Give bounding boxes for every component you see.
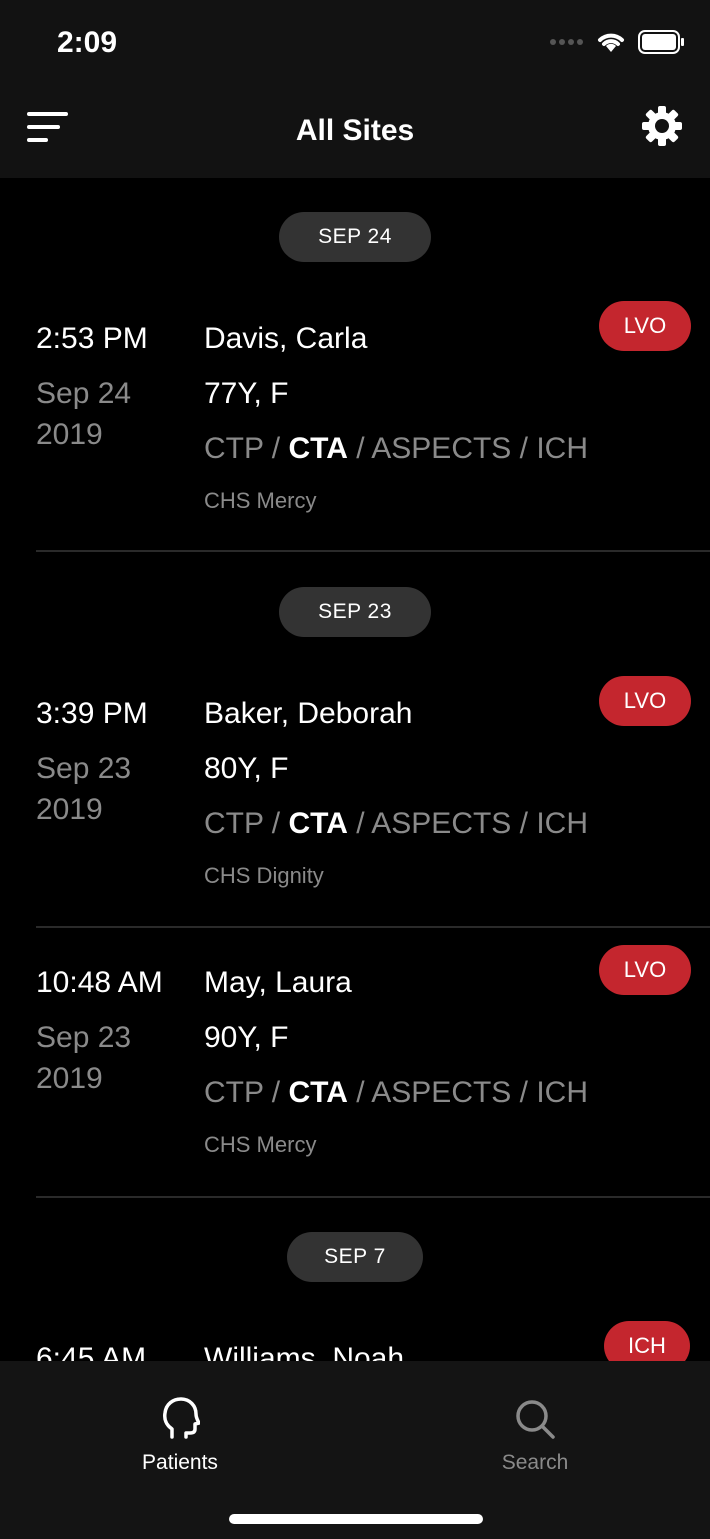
modality-separator: / <box>347 432 372 465</box>
modality-rest: ASPECTS / ICH <box>371 807 588 840</box>
study-date: Sep 23 <box>36 1021 132 1054</box>
site-name: CHS Dignity <box>204 863 324 888</box>
gear-icon <box>642 106 682 146</box>
patient-age-sex: 90Y, F <box>204 1021 289 1054</box>
study-time: 6:45 AM <box>36 1342 147 1361</box>
study-year: 2019 <box>36 418 103 451</box>
signal-icon <box>550 39 583 45</box>
alert-badge: ICH <box>604 1321 690 1361</box>
study-time: 10:48 AM <box>36 966 163 999</box>
modality-ctp: CTP <box>204 432 264 465</box>
battery-icon <box>638 30 684 54</box>
patient-name: May, Laura <box>204 966 352 999</box>
tab-bar: Patients Search <box>0 1361 710 1539</box>
study-date: Sep 24 <box>36 377 132 410</box>
search-icon <box>516 1400 555 1439</box>
study-year: 2019 <box>36 1062 103 1095</box>
divider <box>36 550 710 552</box>
page-title: All Sites <box>295 114 415 147</box>
patient-row[interactable]: 3:39 PM Sep 23 2019 Baker, Deborah 80Y, … <box>0 676 710 917</box>
modalities: CTP / CTA / ASPECTS / ICH <box>204 432 588 466</box>
patient-row[interactable]: 2:53 PM Sep 24 2019 Davis, Carla 77Y, F … <box>0 301 710 542</box>
study-year: 2019 <box>36 793 103 826</box>
date-group-header: SEP 24 <box>279 212 431 262</box>
modality-cta: CTA <box>288 1076 348 1109</box>
patient-name: Davis, Carla <box>204 322 368 355</box>
status-icons <box>550 30 684 54</box>
patient-age-sex: 80Y, F <box>204 752 289 785</box>
modality-ctp: CTP <box>204 1076 264 1109</box>
tab-label: Patients <box>142 1451 218 1474</box>
date-group-header: SEP 23 <box>279 587 431 637</box>
wifi-icon <box>598 33 624 52</box>
study-time: 2:53 PM <box>36 322 148 355</box>
status-time: 2:09 <box>57 26 118 59</box>
modality-separator: / <box>347 807 372 840</box>
modalities: CTP / CTA / ASPECTS / ICH <box>204 807 588 841</box>
divider <box>36 926 710 928</box>
head-icon <box>163 1397 200 1439</box>
status-bar: 2:09 <box>0 0 710 90</box>
modality-cta: CTA <box>288 432 348 465</box>
site-name: CHS Mercy <box>204 488 317 513</box>
tab-search[interactable]: Search <box>435 1361 635 1481</box>
patient-row[interactable]: 6:45 AM Williams, Noah ICH <box>0 1321 710 1361</box>
site-name: CHS Mercy <box>204 1132 317 1157</box>
alert-badge: LVO <box>599 301 691 351</box>
modality-separator: / <box>347 1076 372 1109</box>
modality-separator: / <box>263 1076 289 1109</box>
modalities: CTP / CTA / ASPECTS / ICH <box>204 1076 588 1110</box>
study-time: 3:39 PM <box>36 697 148 730</box>
modality-rest: ASPECTS / ICH <box>371 1076 588 1109</box>
alert-badge: LVO <box>599 945 691 995</box>
patient-name: Baker, Deborah <box>204 697 413 730</box>
nav-bar: All Sites <box>0 90 710 178</box>
patient-list[interactable]: SEP 24 2:53 PM Sep 24 2019 Davis, Carla … <box>0 178 710 1361</box>
modality-separator: / <box>263 432 289 465</box>
date-group-header: SEP 7 <box>287 1232 423 1282</box>
divider <box>36 1196 710 1198</box>
patient-age-sex: 77Y, F <box>204 377 289 410</box>
tab-label: Search <box>501 1451 569 1474</box>
modality-separator: / <box>263 807 289 840</box>
patient-name: Williams, Noah <box>204 1342 405 1361</box>
modality-rest: ASPECTS / ICH <box>371 432 588 465</box>
home-indicator <box>229 1514 483 1524</box>
modality-cta: CTA <box>288 807 348 840</box>
modality-ctp: CTP <box>204 807 264 840</box>
study-date: Sep 23 <box>36 752 132 785</box>
tab-patients[interactable]: Patients <box>80 1361 280 1481</box>
settings-button[interactable] <box>640 104 684 148</box>
alert-badge: LVO <box>599 676 691 726</box>
patient-row[interactable]: 10:48 AM Sep 23 2019 May, Laura 90Y, F C… <box>0 945 710 1186</box>
